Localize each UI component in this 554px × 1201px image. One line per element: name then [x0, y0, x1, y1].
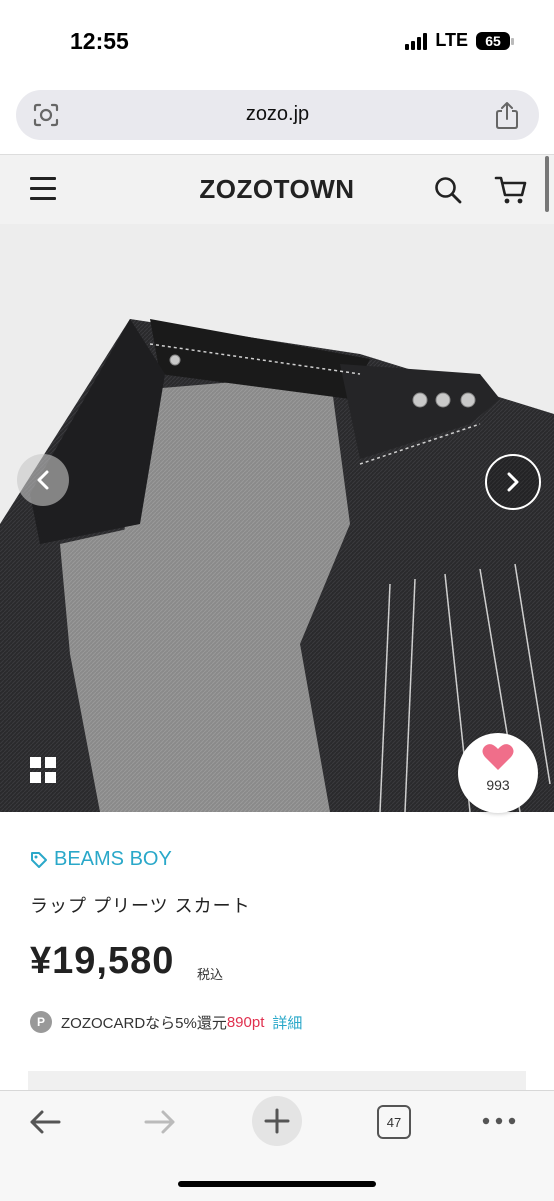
tax-label: 税込 [197, 967, 224, 982]
product-price: ¥19,580 [30, 940, 175, 982]
next-image-button[interactable] [485, 454, 541, 510]
point-badge-icon: P [30, 1011, 52, 1033]
cart-icon[interactable] [494, 174, 528, 206]
network-type: LTE [435, 30, 468, 50]
previous-image-button[interactable] [17, 454, 69, 506]
point-detail-link[interactable]: 詳細 [272, 1012, 302, 1033]
new-tab-button[interactable] [252, 1096, 302, 1146]
product-name: ラップ プリーツ スカート [30, 896, 251, 916]
product-image[interactable] [0, 224, 554, 812]
favorite-button[interactable]: 993 [458, 733, 538, 813]
next-section-placeholder [28, 1071, 526, 1091]
heart-icon [482, 744, 514, 770]
scrollbar[interactable] [545, 156, 549, 212]
chevron-left-icon [37, 470, 49, 490]
site-header: ZOZOTOWN [0, 154, 554, 225]
search-icon[interactable] [433, 175, 463, 205]
share-icon[interactable] [493, 100, 521, 130]
grid-icon[interactable] [30, 757, 56, 783]
address-bar[interactable]: zozo.jp [16, 90, 539, 140]
status-bar: 12:55 LTE 65 [0, 0, 554, 84]
more-icon[interactable] [482, 1117, 516, 1125]
point-text: ZOZOCARDなら5%還元 [61, 1014, 227, 1032]
signal-icon [405, 32, 428, 50]
point-value: 890pt [226, 1013, 265, 1031]
battery-icon: 65 [476, 31, 514, 50]
brand-link[interactable]: BEAMS BOY [30, 848, 172, 871]
forward-icon[interactable] [143, 1108, 177, 1136]
skirt-photo [0, 224, 554, 812]
plus-icon [264, 1108, 290, 1134]
chevron-right-icon [507, 472, 519, 492]
tabs-icon[interactable]: 47 [377, 1105, 411, 1139]
home-indicator[interactable] [178, 1181, 376, 1187]
url-text[interactable]: zozo.jp [16, 103, 539, 126]
site-logo[interactable]: ZOZOTOWN [0, 174, 554, 205]
clock: 12:55 [70, 28, 129, 54]
status-indicators: LTE 65 [405, 30, 514, 51]
brand-name[interactable]: BEAMS BOY [54, 848, 172, 871]
favorite-count: 993 [486, 777, 510, 793]
back-icon[interactable] [28, 1108, 62, 1136]
tag-icon [31, 851, 47, 868]
point-info: P ZOZOCARDなら5%還元 890pt 詳細 [30, 1011, 302, 1033]
